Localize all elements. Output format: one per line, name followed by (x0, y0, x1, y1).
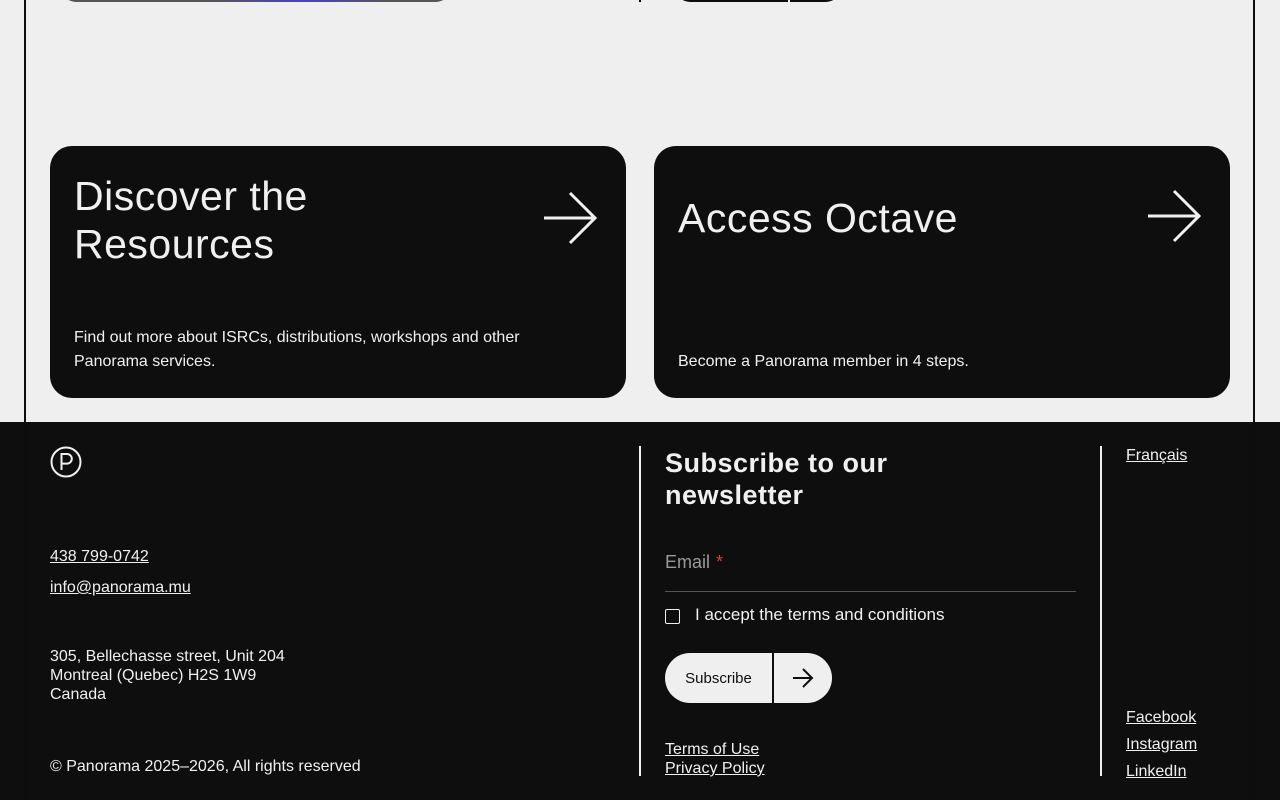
site-footer: 438 799-0742 info@panorama.mu 305, Belle… (0, 422, 1280, 800)
facebook-link[interactable]: Facebook (1126, 704, 1197, 731)
frame-border-right (1253, 0, 1255, 800)
panorama-p-logo-icon[interactable] (50, 446, 82, 478)
terms-of-use-link[interactable]: Terms of Use (665, 740, 765, 759)
copyright: © Panorama 2025–2026, All rights reserve… (50, 758, 361, 775)
linkedin-link[interactable]: LinkedIn (1126, 758, 1197, 785)
partial-button-divider (788, 0, 790, 2)
subscribe-button-label[interactable]: Subscribe (665, 653, 772, 703)
language-switch-link[interactable]: Français (1126, 447, 1187, 465)
terms-row: I accept the terms and conditions (665, 605, 944, 625)
column-divider (1100, 446, 1102, 776)
required-mark: * (716, 552, 724, 572)
pill-gradient (212, 0, 392, 2)
legal-links: Terms of Use Privacy Policy (665, 740, 765, 778)
arrow-right-icon (1148, 189, 1202, 243)
resources-card-title: Discover the Resources (74, 173, 308, 267)
address-line: Montreal (Quebec) H2S 1W9 (50, 667, 257, 684)
octave-card[interactable]: Access Octave Become a Panorama member i… (654, 146, 1230, 398)
email-field-label: Email (665, 552, 711, 572)
octave-card-description: Become a Panorama member in 4 steps. (678, 353, 969, 370)
instagram-link[interactable]: Instagram (1126, 731, 1197, 758)
address-block: 305, Bellechasse street, Unit 204 Montre… (50, 647, 285, 704)
resources-card[interactable]: Discover the Resources Find out more abo… (50, 146, 626, 398)
newsletter-title: Subscribe to our newsletter (665, 448, 888, 510)
phone-link[interactable]: 438 799-0742 (50, 548, 149, 566)
subscribe-button[interactable]: Subscribe (665, 653, 832, 703)
terms-checkbox-label[interactable]: I accept the terms and conditions (695, 605, 944, 625)
arrow-right-icon (544, 191, 598, 245)
email-field[interactable]: Email * (665, 552, 1076, 592)
email-link[interactable]: info@panorama.mu (50, 579, 191, 597)
social-links: Facebook Instagram LinkedIn (1126, 704, 1197, 785)
divider-tick (639, 0, 641, 2)
resources-card-description: Find out more about ISRCs, distributions… (74, 329, 520, 370)
subscribe-arrow-button[interactable] (774, 653, 832, 703)
terms-checkbox[interactable] (665, 609, 680, 624)
privacy-policy-link[interactable]: Privacy Policy (665, 759, 765, 778)
address-line: 305, Bellechasse street, Unit 204 (50, 648, 285, 665)
partial-button[interactable] (676, 0, 840, 2)
column-divider (639, 446, 641, 776)
arrow-right-icon (793, 668, 814, 688)
address-line: Canada (50, 686, 107, 703)
frame-border-left (24, 0, 26, 800)
partial-media-pill[interactable] (62, 0, 450, 2)
octave-card-title: Access Octave (678, 195, 958, 241)
